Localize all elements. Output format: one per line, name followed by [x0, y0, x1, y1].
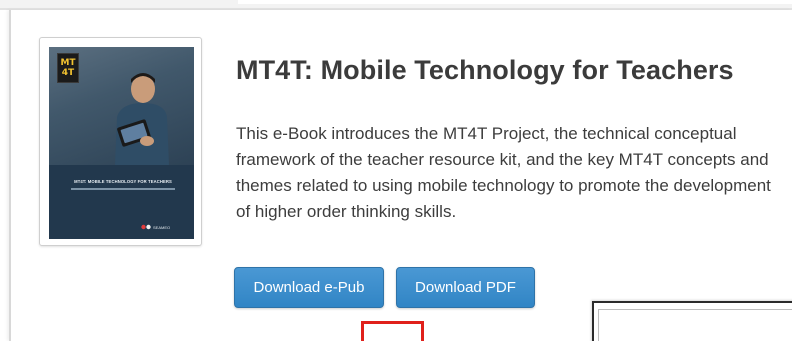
cover-logo-line1: MT	[60, 58, 76, 68]
cover-teacher-figure	[115, 73, 169, 165]
cover-mt4t-logo: MT 4T	[57, 53, 79, 83]
cover-partner-logo-icon	[141, 224, 151, 230]
cover-brand: SEAMEO	[153, 225, 171, 230]
cover-logo-line2: 4T	[61, 68, 75, 78]
cover-title-band	[49, 165, 194, 239]
page-top-edge-light	[238, 0, 792, 4]
ebook-description: This e-Book introduces the MT4T Project,…	[236, 124, 771, 221]
ebook-cover-thumbnail[interactable]: MT 4T MT4T: MOBILE TECHNOLOGY FOR TEACHE…	[39, 37, 202, 246]
ebook-cover-image: MT 4T MT4T: MOBILE TECHNOLOGY FOR TEACHE…	[49, 47, 194, 239]
ebook-title: MT4T: Mobile Technology for Teachers	[236, 55, 734, 85]
overlay-window-content	[598, 309, 792, 341]
download-pdf-button[interactable]: Download PDF	[396, 267, 535, 308]
cover-title: MT4T: MOBILE TECHNOLOGY FOR TEACHERS	[74, 179, 172, 184]
highlight-box	[361, 321, 424, 341]
overlay-window[interactable]	[592, 301, 792, 341]
cover-subtitle-bar	[71, 188, 175, 190]
download-epub-button[interactable]: Download e-Pub	[234, 267, 384, 308]
